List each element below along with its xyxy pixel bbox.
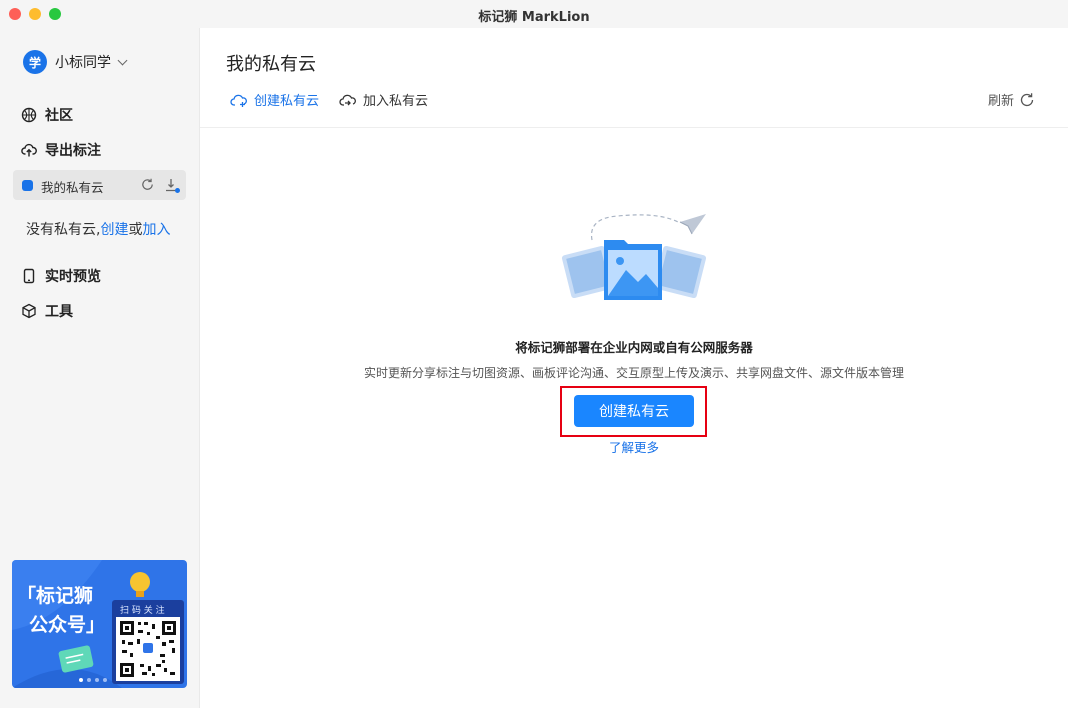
user-menu[interactable]: 学 小标同学 bbox=[23, 50, 128, 74]
svg-text:扫 码 关 注: 扫 码 关 注 bbox=[120, 604, 165, 616]
create-cloud-label: 创建私有云 bbox=[254, 94, 320, 109]
no-cloud-or-text: 或 bbox=[128, 222, 143, 238]
create-cloud-button[interactable]: 创建私有云 bbox=[230, 90, 319, 109]
no-cloud-hint: 没有私有云,创建或加入 bbox=[26, 219, 170, 239]
cloud-upload-icon bbox=[21, 143, 37, 157]
window-title: 标记狮 MarkLion bbox=[478, 10, 590, 25]
user-name: 小标同学 bbox=[55, 55, 111, 71]
refresh-button[interactable]: 刷新 bbox=[988, 90, 1035, 109]
learn-more-link[interactable]: 了解更多 bbox=[200, 437, 1068, 456]
svg-text:公众号」: 公众号」 bbox=[29, 613, 105, 636]
create-private-cloud-button[interactable]: 创建私有云 bbox=[574, 395, 694, 427]
join-cloud-link[interactable]: 加入 bbox=[142, 222, 170, 238]
sidebar-item-label: 社区 bbox=[45, 108, 73, 124]
sidebar-item-label: 实时预览 bbox=[45, 269, 101, 285]
sidebar: 学 小标同学 社区 导出标注 我的私有云 没有私有云,创建或加入 实时预览 工具… bbox=[0, 28, 200, 708]
create-cloud-link[interactable]: 创建 bbox=[100, 222, 128, 238]
sidebar-item-label: 我的私有云 bbox=[41, 180, 104, 195]
empty-state-description: 实时更新分享标注与切图资源、画板评论沟通、交互原型上传及演示、共享网盘文件、源文… bbox=[363, 366, 904, 380]
sidebar-item-preview[interactable]: 实时预览 bbox=[21, 265, 101, 287]
sidebar-item-label: 工具 bbox=[45, 304, 73, 320]
cloud-color-marker bbox=[22, 180, 33, 191]
avatar: 学 bbox=[23, 50, 47, 74]
banner-graphic: 「标记狮 公众号」 扫 码 关 注 bbox=[12, 560, 187, 688]
basketball-icon bbox=[21, 107, 37, 123]
refresh-icon[interactable] bbox=[140, 177, 155, 192]
cloud-folder-illustration bbox=[561, 214, 707, 300]
no-cloud-text: 没有私有云, bbox=[26, 222, 101, 238]
page-title: 我的私有云 bbox=[226, 54, 316, 75]
cube-icon bbox=[22, 303, 36, 319]
main-toolbar: 创建私有云 加入私有云 bbox=[230, 90, 448, 109]
title-bar: 标记狮 MarkLion bbox=[0, 0, 1068, 28]
phone-icon bbox=[23, 268, 35, 284]
lightbulb-icon bbox=[130, 572, 150, 592]
sidebar-item-label: 导出标注 bbox=[45, 143, 101, 159]
refresh-label: 刷新 bbox=[988, 94, 1015, 109]
cloud-add-icon bbox=[230, 94, 247, 107]
wechat-banner[interactable]: 「标记狮 公众号」 扫 码 关 注 bbox=[12, 560, 187, 688]
notification-dot bbox=[175, 188, 180, 193]
sidebar-item-private-cloud[interactable]: 我的私有云 bbox=[13, 170, 186, 200]
refresh-icon bbox=[1020, 92, 1034, 106]
svg-text:「标记狮: 「标记狮 bbox=[17, 584, 93, 607]
empty-state-headline: 将标记狮部署在企业内网或自有公网服务器 bbox=[515, 340, 753, 355]
chevron-down-icon bbox=[117, 55, 128, 65]
join-cloud-button[interactable]: 加入私有云 bbox=[339, 90, 428, 109]
cloud-join-icon bbox=[339, 94, 356, 106]
sidebar-item-tools[interactable]: 工具 bbox=[21, 300, 73, 322]
sidebar-item-export[interactable]: 导出标注 bbox=[21, 139, 101, 161]
join-cloud-label: 加入私有云 bbox=[363, 94, 429, 109]
sidebar-item-community[interactable]: 社区 bbox=[21, 104, 73, 126]
toolbar-divider bbox=[200, 127, 1068, 128]
